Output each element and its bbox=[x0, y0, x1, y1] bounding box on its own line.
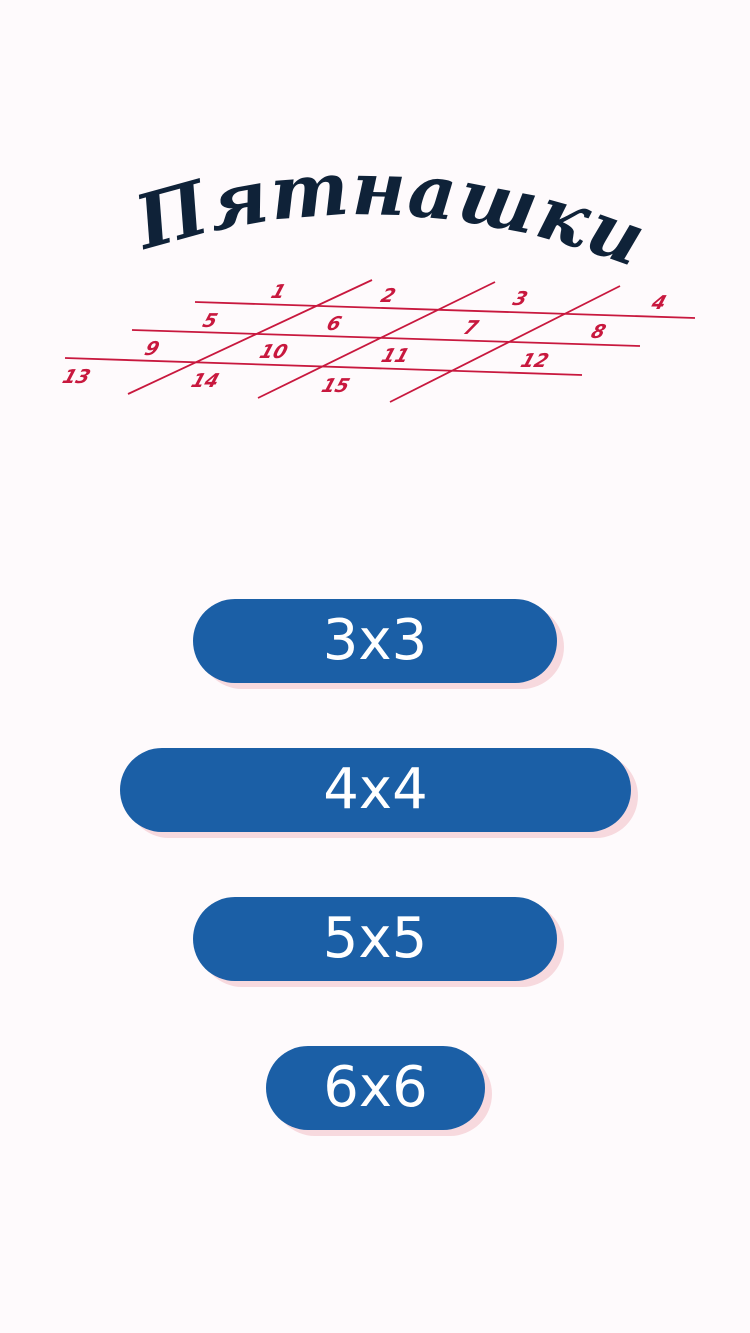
tile-number: 1 bbox=[268, 280, 289, 302]
logo-title: Пятнашки bbox=[125, 150, 657, 284]
tile-number: 7 bbox=[461, 316, 482, 338]
size-4x4-button[interactable]: 4x4 bbox=[120, 748, 631, 832]
tile-number: 4 bbox=[648, 291, 669, 313]
tile-number: 2 bbox=[378, 284, 399, 306]
grid-line bbox=[194, 301, 696, 319]
app-logo: Пятнашки 1 2 3 4 5 6 7 8 9 10 11 12 13 1… bbox=[60, 150, 696, 403]
tile-number: 3 bbox=[510, 287, 531, 309]
tile-number: 11 bbox=[379, 344, 413, 366]
logo-title-text: Пятнашки bbox=[125, 150, 656, 284]
tile-number: 8 bbox=[588, 320, 609, 342]
tile-number: 10 bbox=[257, 340, 291, 362]
tile-number: 15 bbox=[319, 374, 353, 396]
size-6x6-button[interactable]: 6x6 bbox=[266, 1046, 485, 1130]
tile-number: 6 bbox=[324, 312, 345, 334]
size-5x5-button[interactable]: 5x5 bbox=[193, 897, 557, 981]
tile-number: 12 bbox=[518, 349, 552, 371]
tile-number: 14 bbox=[188, 369, 222, 391]
size-3x3-button[interactable]: 3x3 bbox=[193, 599, 557, 683]
tile-number: 5 bbox=[200, 309, 221, 331]
tile-number: 13 bbox=[60, 365, 94, 387]
tile-number: 9 bbox=[142, 337, 163, 359]
